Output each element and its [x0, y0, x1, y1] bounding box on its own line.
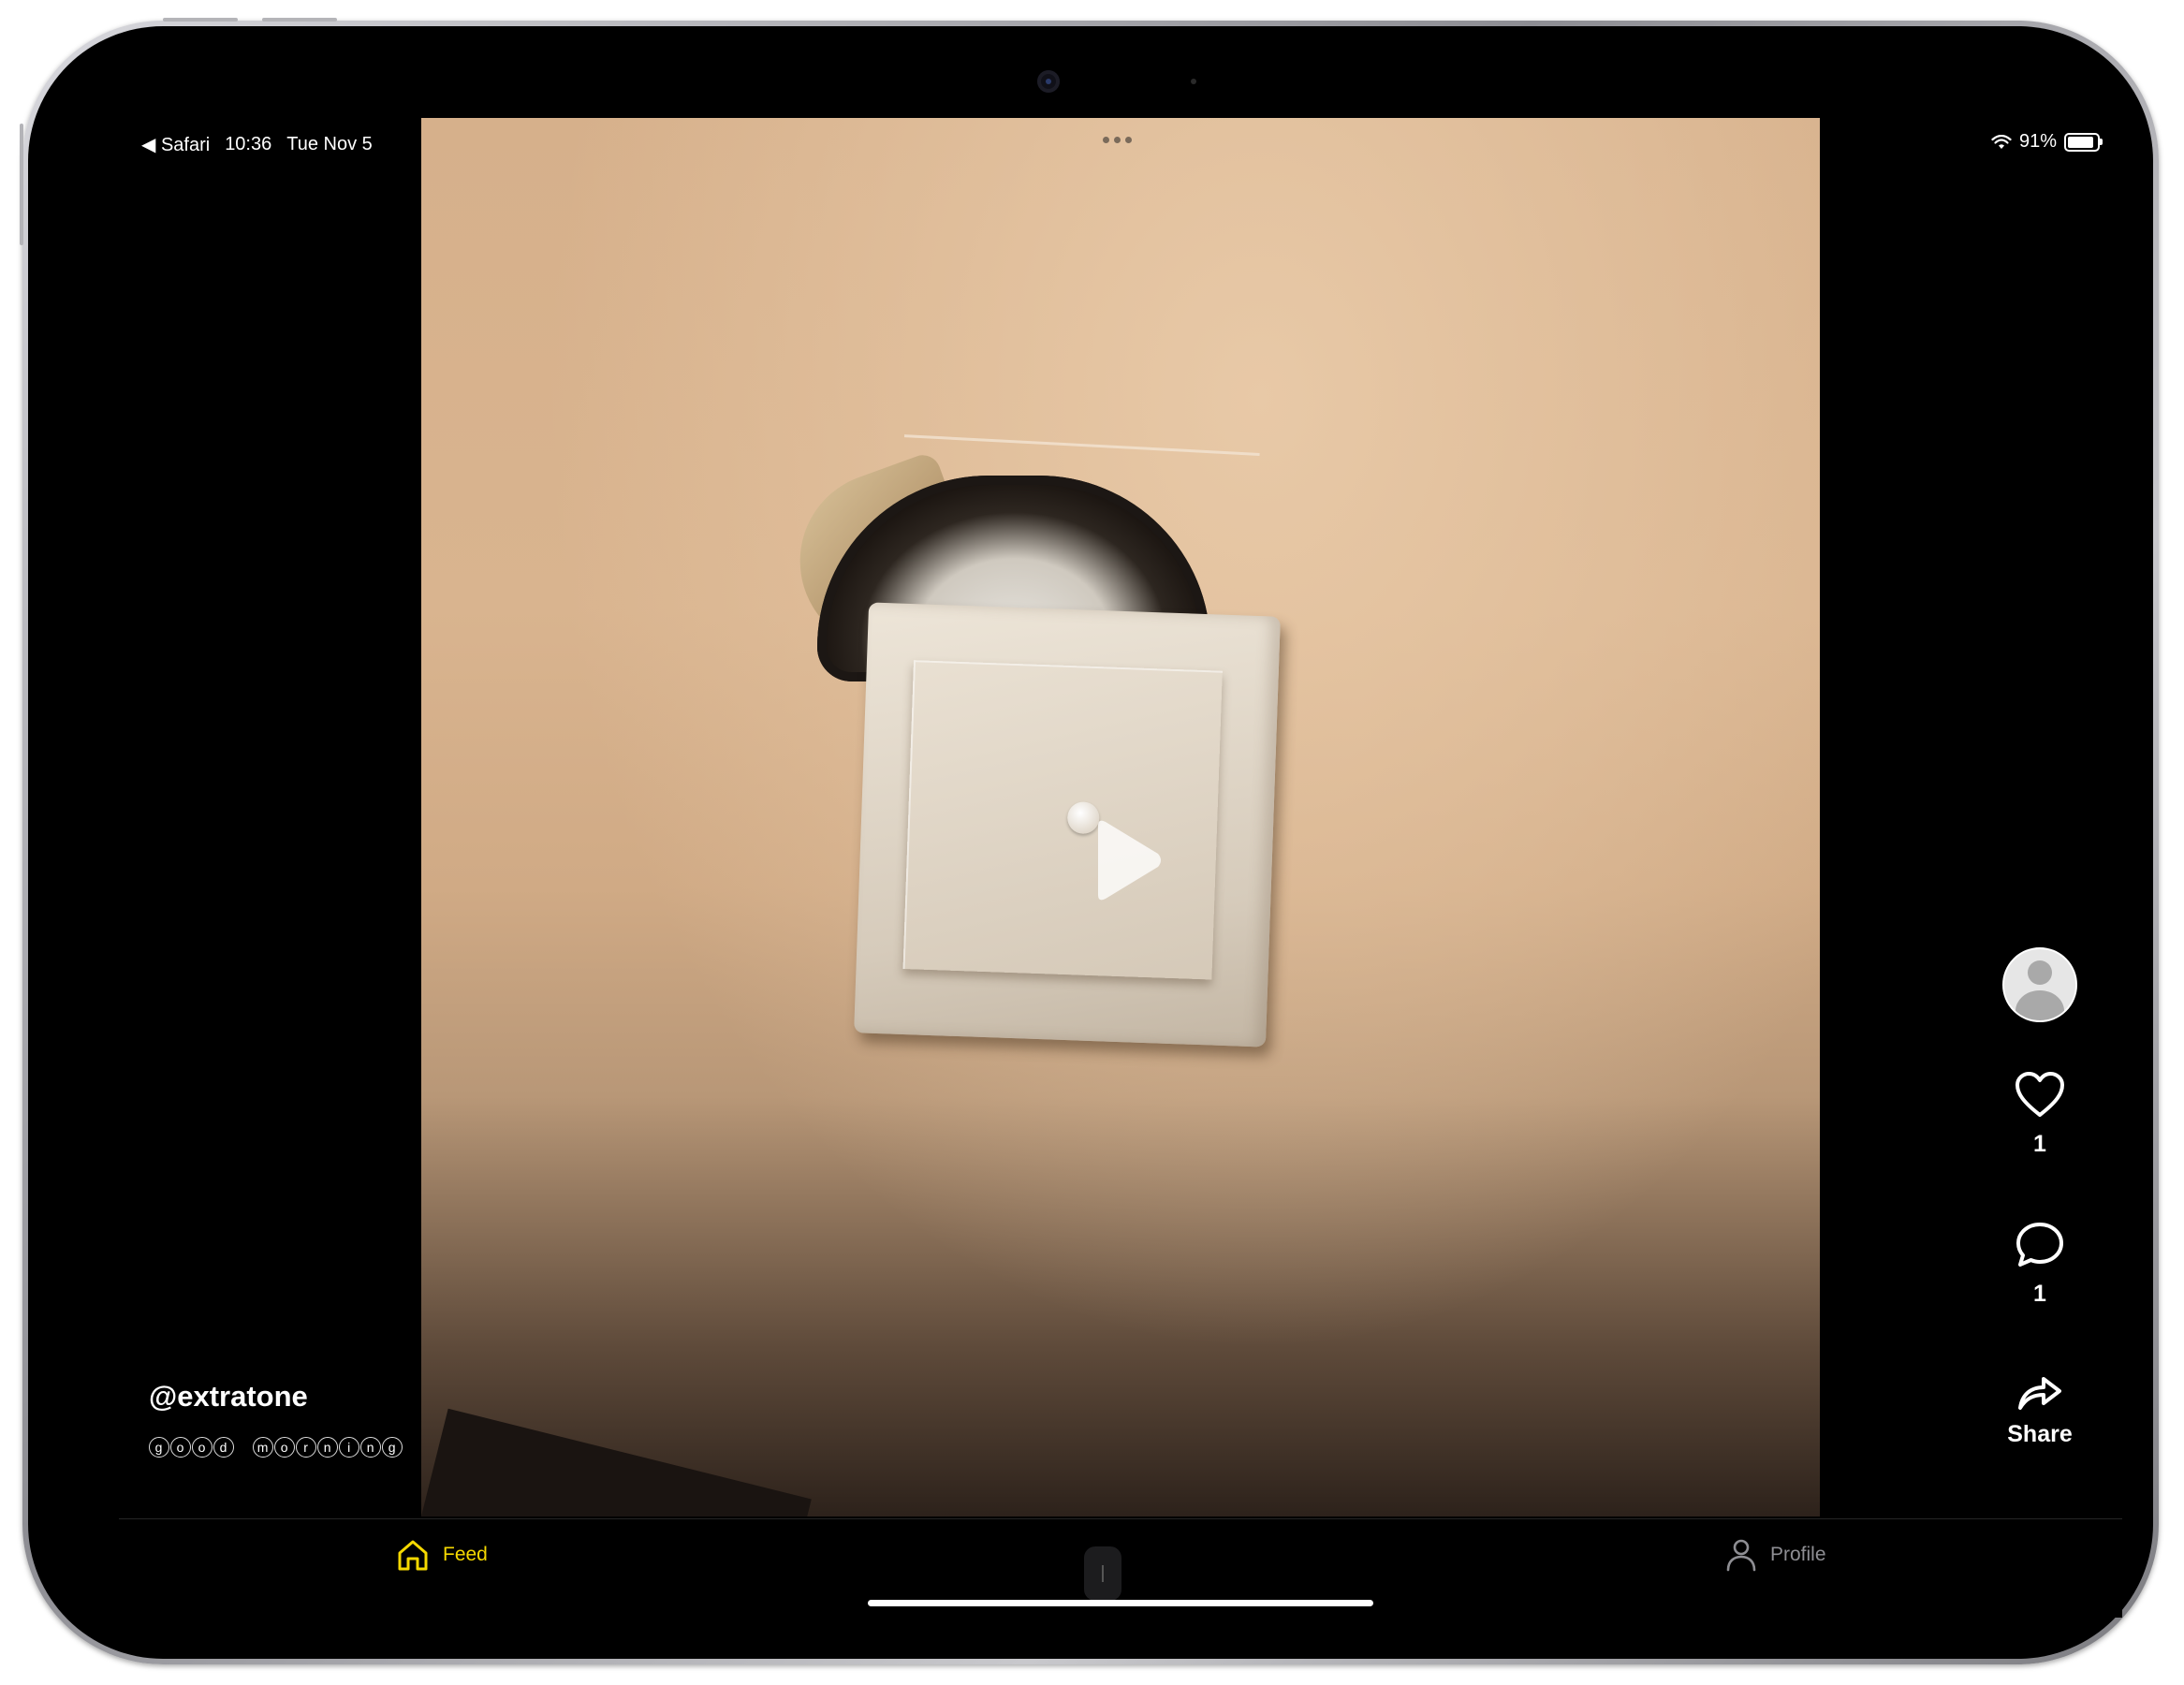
floor-corner [421, 1408, 812, 1516]
desc-char: n [317, 1437, 339, 1458]
video-player[interactable] [421, 118, 1820, 1516]
volume-up-button [163, 18, 238, 22]
tab-bar: Feed Profile [119, 1518, 2122, 1618]
power-button [20, 124, 23, 245]
tab-profile[interactable]: Profile [1725, 1538, 1826, 1572]
light-sensor [1191, 79, 1196, 84]
like-count: 1 [2033, 1131, 2046, 1157]
switch-rocker [902, 660, 1223, 980]
desc-char: g [149, 1437, 169, 1458]
desc-char: o [170, 1437, 191, 1458]
front-camera [1037, 70, 1060, 93]
screen: ◀ Safari 10:36 Tue Nov 5 91% 1 1 Share @… [119, 118, 2122, 1618]
desc-char: o [274, 1437, 296, 1458]
home-icon [398, 1540, 428, 1571]
desc-char: n [360, 1437, 382, 1458]
desc-char: d [213, 1437, 234, 1458]
tab-feed-label: Feed [443, 1544, 488, 1565]
tab-feed[interactable]: Feed [396, 1538, 488, 1572]
desc-char: m [253, 1437, 274, 1458]
comment-count: 1 [2033, 1281, 2046, 1307]
post-description: good morning [149, 1436, 403, 1458]
comment-icon[interactable] [2014, 1221, 2066, 1269]
desc-char: o [192, 1437, 213, 1458]
like-action[interactable]: 1 [1984, 1071, 2096, 1158]
ipad-frame: ◀ Safari 10:36 Tue Nov 5 91% 1 1 Share @… [20, 18, 2159, 1664]
keyboard-handle[interactable] [1084, 1546, 1121, 1601]
desc-char: g [382, 1437, 403, 1458]
share-action[interactable]: Share [1984, 1369, 2096, 1448]
share-icon[interactable] [2015, 1369, 2065, 1414]
person-icon [1726, 1539, 1756, 1572]
status-time: 10:36 [225, 134, 272, 154]
heart-icon[interactable] [2014, 1071, 2066, 1120]
back-to-safari[interactable]: ◀ Safari [141, 133, 210, 156]
desc-char: r [296, 1437, 317, 1458]
play-button[interactable] [1089, 818, 1164, 902]
wall-crack [902, 434, 1260, 484]
device-bezel: ◀ Safari 10:36 Tue Nov 5 91% 1 1 Share @… [28, 26, 2153, 1659]
home-indicator[interactable] [868, 1600, 1373, 1606]
battery-icon [2064, 132, 2103, 152]
status-date: Tue Nov 5 [286, 134, 373, 154]
light-switch [854, 602, 1281, 1048]
multitasking-dots[interactable] [1103, 137, 1132, 143]
battery-percent: 91% [2018, 131, 2057, 152]
action-column: 1 1 Share [1984, 947, 2096, 1447]
author-avatar[interactable] [2002, 947, 2077, 1022]
post-username[interactable]: @extratone [149, 1380, 403, 1414]
comment-action[interactable]: 1 [1984, 1221, 2096, 1308]
desc-char: i [339, 1437, 360, 1458]
post-caption: @extratone good morning [149, 1380, 403, 1458]
play-icon [1098, 820, 1161, 901]
status-bar: ◀ Safari 10:36 Tue Nov 5 91% [119, 125, 2122, 159]
share-label: Share [2007, 1421, 2073, 1447]
volume-down-button [262, 18, 337, 22]
tab-profile-label: Profile [1770, 1544, 1826, 1565]
wifi-icon [1991, 134, 2012, 149]
